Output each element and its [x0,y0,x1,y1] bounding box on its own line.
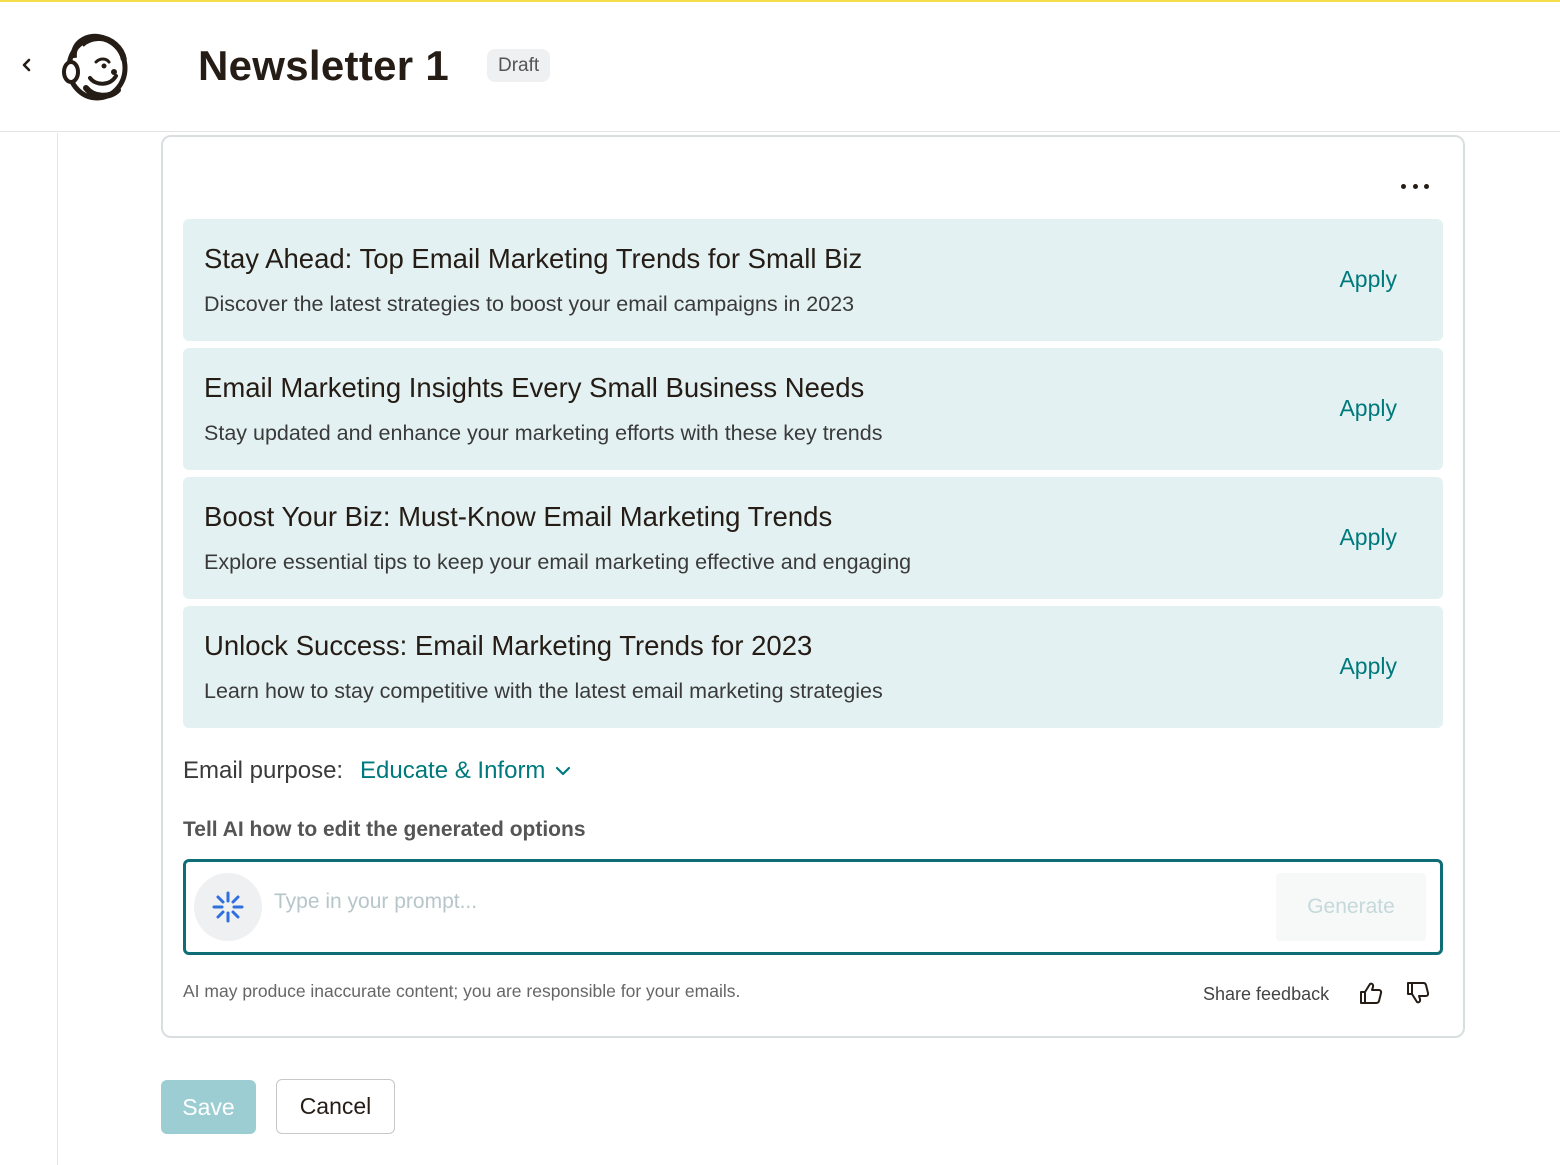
save-button[interactable]: Save [161,1080,256,1134]
option-description: Stay updated and enhance your marketing … [204,421,883,445]
prompt-input[interactable] [274,880,1254,924]
sidebar-divider [57,133,58,1165]
email-purpose-label: Email purpose: [183,757,344,784]
prompt-box: Generate [183,859,1443,955]
more-options-button[interactable] [1401,177,1429,195]
thumbs-up-button[interactable] [1356,978,1386,1008]
generated-option-2: Email Marketing Insights Every Small Bus… [183,348,1443,470]
back-button[interactable] [14,52,40,78]
email-purpose-dropdown[interactable]: Educate & Inform [360,757,571,785]
cancel-button[interactable]: Cancel [276,1079,395,1134]
option-description: Explore essential tips to keep your emai… [204,550,912,574]
status-badge: Draft [487,49,551,82]
page-title: Newsletter 1 [198,42,450,89]
generate-button[interactable]: Generate [1276,873,1426,941]
generated-option-1: Stay Ahead: Top Email Marketing Trends f… [183,219,1443,341]
chevron-left-icon [22,58,31,72]
option-title: Stay Ahead: Top Email Marketing Trends f… [204,243,863,274]
apply-button[interactable]: Apply [1339,524,1397,551]
apply-button[interactable]: Apply [1339,653,1397,680]
thumbs-up-icon [1360,982,1383,1004]
apply-button[interactable]: Apply [1339,395,1397,422]
chevron-down-icon [556,766,571,776]
thumbs-down-icon [1407,982,1430,1004]
mailchimp-logo-icon [62,33,128,101]
generated-option-3: Boost Your Biz: Must-Know Email Marketin… [183,477,1443,599]
generated-option-4: Unlock Success: Email Marketing Trends f… [183,606,1443,728]
option-title: Boost Your Biz: Must-Know Email Marketin… [204,501,833,532]
sparkle-icon [212,891,244,923]
share-feedback-label: Share feedback [1203,984,1330,1004]
option-description: Discover the latest strategies to boost … [204,292,855,316]
apply-button[interactable]: Apply [1339,266,1397,293]
option-title: Unlock Success: Email Marketing Trends f… [204,630,813,661]
option-title: Email Marketing Insights Every Small Bus… [204,372,865,403]
more-dot-icon [1401,183,1406,189]
mailchimp-logo[interactable] [62,32,130,102]
more-dot-icon [1412,183,1418,189]
email-purpose-value: Educate & Inform [360,757,546,784]
more-dot-icon [1424,183,1429,189]
option-description: Learn how to stay competitive with the l… [204,679,883,703]
thumbs-down-button[interactable] [1403,978,1433,1008]
app-header: Newsletter 1 Draft [0,2,1560,132]
prompt-label: Tell AI how to edit the generated option… [183,818,586,841]
ai-icon-badge [194,873,262,941]
ai-disclaimer: AI may produce inaccurate content; you a… [183,981,741,1001]
ai-subject-generator-panel: Stay Ahead: Top Email Marketing Trends f… [161,135,1465,1038]
